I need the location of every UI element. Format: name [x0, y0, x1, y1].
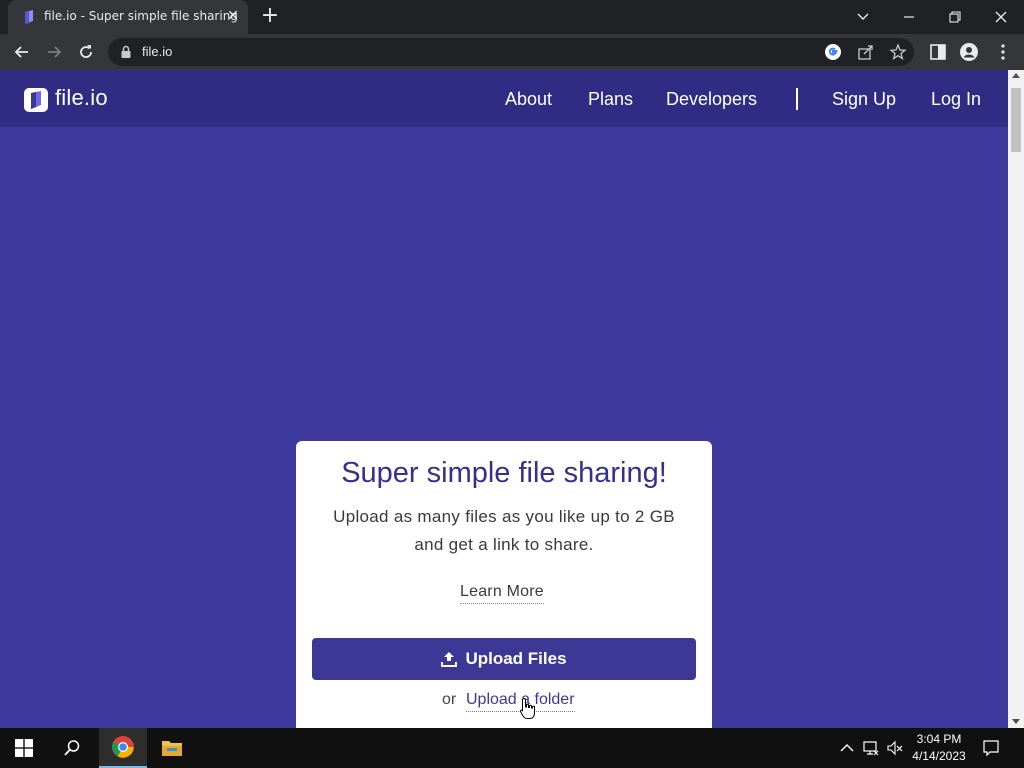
network-icon[interactable]	[862, 739, 880, 757]
hero-title: Super simple file sharing!	[341, 457, 667, 489]
nav-divider	[796, 88, 798, 110]
taskbar-search-icon[interactable]	[48, 728, 96, 768]
browser-tab-strip: file.io - Super simple file sharing ✕ +	[0, 0, 1024, 34]
upload-card: Super simple file sharing! Upload as man…	[296, 441, 712, 728]
lock-icon[interactable]	[120, 45, 132, 59]
windows-taskbar: 3:04 PM 4/14/2023	[0, 728, 1024, 768]
nav-about-link[interactable]: About	[505, 89, 552, 110]
scroll-down-arrow-icon[interactable]	[1012, 719, 1020, 724]
windows-start-icon[interactable]	[0, 728, 48, 768]
minimize-window-icon[interactable]	[895, 4, 923, 30]
restore-window-icon[interactable]	[941, 4, 969, 30]
taskbar-chrome-icon[interactable]	[99, 728, 147, 768]
volume-muted-icon[interactable]	[886, 739, 904, 757]
page-scrollbar[interactable]	[1008, 70, 1024, 728]
new-tab-button[interactable]: +	[258, 5, 282, 29]
tab-close-icon[interactable]: ✕	[224, 7, 242, 25]
scrollbar-thumb[interactable]	[1011, 88, 1021, 152]
google-lens-icon[interactable]	[824, 43, 842, 61]
hand-pointer-cursor-icon	[519, 697, 535, 719]
forward-arrow-icon[interactable]	[41, 39, 67, 65]
taskbar-file-explorer-icon[interactable]	[148, 728, 196, 768]
url-text[interactable]: file.io	[142, 44, 172, 59]
back-arrow-icon[interactable]	[9, 39, 35, 65]
scroll-up-arrow-icon[interactable]	[1012, 73, 1020, 78]
show-hidden-icons-chevron-icon[interactable]	[838, 739, 856, 757]
side-panel-icon[interactable]	[928, 42, 948, 62]
file-io-logo-icon[interactable]	[24, 88, 48, 112]
upload-files-button[interactable]: Upload Files	[312, 638, 696, 680]
nav-sign-up-link[interactable]: Sign Up	[832, 89, 896, 110]
upload-icon	[441, 652, 458, 667]
hero-subtitle-line-1: Upload as many files as you like up to 2…	[333, 507, 675, 526]
hero-subtitle: Upload as many files as you like up to 2…	[316, 503, 692, 559]
or-text: or	[442, 691, 457, 708]
profile-avatar-icon[interactable]	[959, 42, 979, 62]
chrome-menu-icon[interactable]	[993, 42, 1013, 62]
share-icon[interactable]	[857, 43, 875, 61]
nav-log-in-link[interactable]: Log In	[931, 89, 981, 110]
page-viewport: file.io About Plans Developers Sign Up L…	[0, 70, 1008, 728]
file-io-favicon-icon	[25, 10, 33, 24]
tab-search-chevron-icon[interactable]	[849, 4, 877, 30]
taskbar-clock-date[interactable]: 4/14/2023	[904, 749, 974, 763]
tab-title: file.io - Super simple file sharing	[44, 9, 238, 23]
nav-plans-link[interactable]: Plans	[588, 89, 633, 110]
taskbar-clock-time[interactable]: 3:04 PM	[904, 732, 974, 746]
nav-developers-link[interactable]: Developers	[666, 89, 757, 110]
address-bar[interactable]: file.io	[108, 38, 914, 66]
browser-toolbar: file.io	[0, 34, 1024, 70]
learn-more-link[interactable]: Learn More	[460, 583, 544, 604]
logo-text[interactable]: file.io	[55, 85, 108, 111]
action-center-icon[interactable]	[982, 739, 1000, 757]
browser-tab[interactable]: file.io - Super simple file sharing ✕	[8, 0, 248, 34]
upload-files-label: Upload Files	[465, 649, 567, 668]
bookmark-star-icon[interactable]	[889, 43, 907, 61]
hero-subtitle-line-2: and get a link to share.	[414, 535, 594, 554]
reload-icon[interactable]	[73, 39, 99, 65]
site-header: file.io About Plans Developers Sign Up L…	[0, 70, 1008, 127]
close-window-icon[interactable]	[987, 4, 1015, 30]
